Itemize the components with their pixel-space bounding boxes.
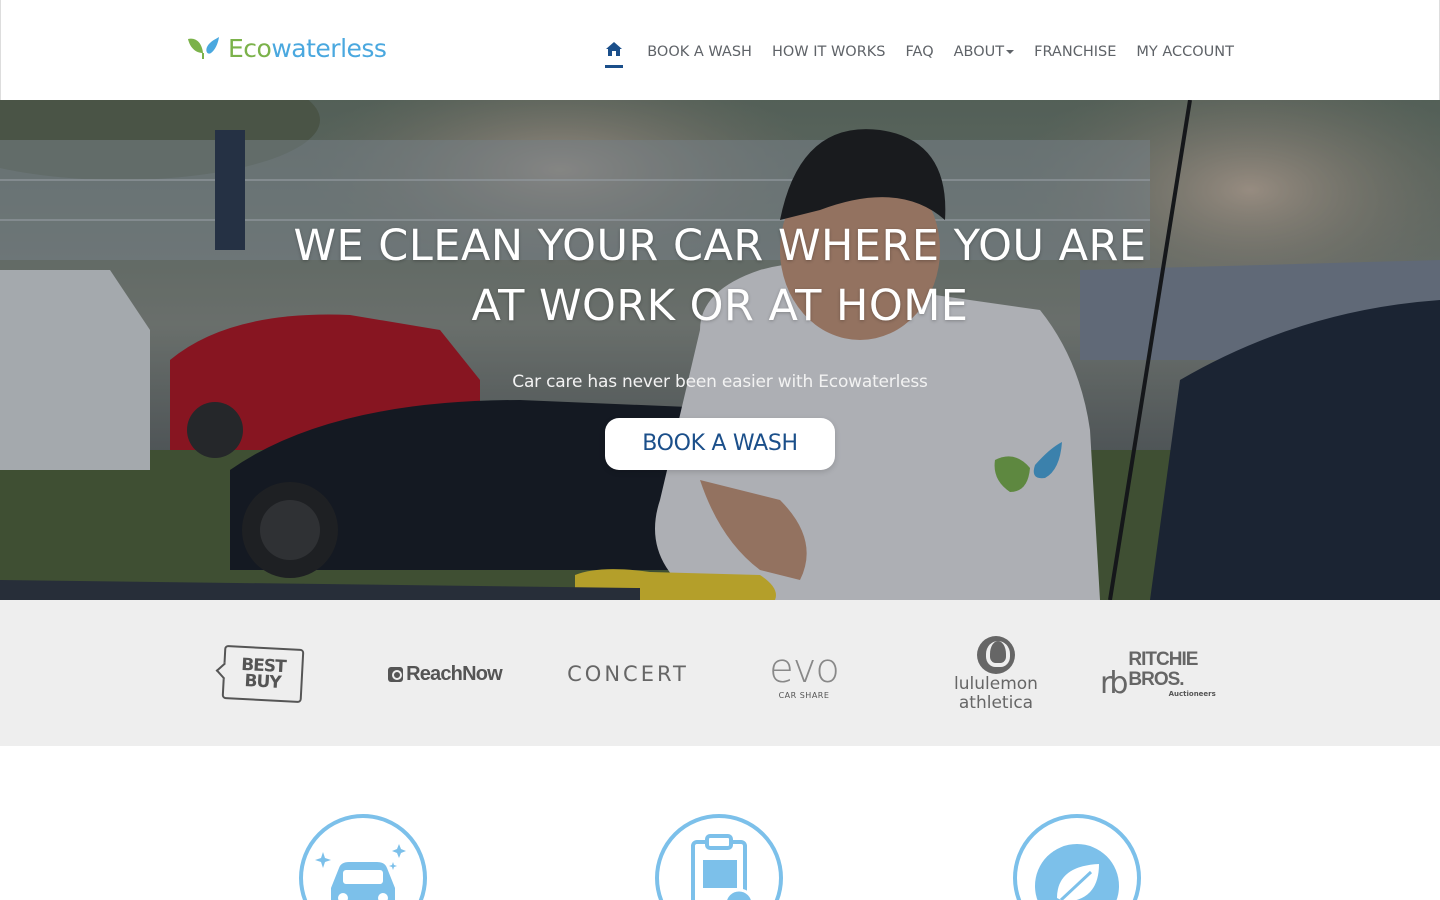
lululemon-icon: [976, 635, 1015, 674]
nav-about-dropdown[interactable]: ABOUT: [954, 39, 1015, 65]
ritchie-sub: Auctioneers: [1168, 690, 1216, 698]
partners-strip: BEST BUY ReachNow CONCERT evo CAR SHARE …: [0, 600, 1440, 746]
ritchie-name: RITCHIE BROS.: [1128, 649, 1198, 690]
main-nav: BOOK A WASH HOW IT WORKS FAQ ABOUT FRANC…: [605, 38, 1234, 68]
partner-logo-ritchie-bros: rb RITCHIE BROS. Auctioneers: [1100, 638, 1256, 710]
feature-circle-car: [299, 814, 427, 900]
car-sparkle-icon: [315, 844, 406, 900]
ritchie-mark: rb: [1100, 666, 1128, 701]
nav-how-it-works[interactable]: HOW IT WORKS: [772, 39, 886, 65]
evo-text: evo: [769, 645, 840, 692]
partner-logo-evo: evo CAR SHARE: [748, 638, 860, 710]
hero-title-line1: WE CLEAN YOUR CAR WHERE YOU ARE: [293, 221, 1147, 271]
feature-circle-clipboard: [655, 814, 783, 900]
hero-subtitle: Car care has never been easier with Ecow…: [512, 372, 928, 392]
hero-overlay: [0, 100, 1440, 600]
feature-circle-leaf: [1013, 814, 1141, 900]
partner-logo-lululemon: lululemon athletica: [940, 635, 1052, 713]
nav-home-active-indicator: [605, 65, 624, 68]
ritchie-wordmark: rb RITCHIE BROS. Auctioneers: [1100, 649, 1256, 701]
clipboard-icon: [691, 834, 754, 900]
reachnow-icon: [388, 666, 404, 682]
lululemon-line1: lululemon: [954, 673, 1038, 694]
nav-home[interactable]: [605, 38, 624, 68]
logo-text-eco: Eco: [228, 34, 272, 63]
nav-faq[interactable]: FAQ: [906, 39, 934, 65]
bestbuy-tag: BEST BUY: [221, 644, 305, 704]
partner-logo-concert: CONCERT: [552, 638, 704, 710]
leaf-icon: [1035, 844, 1119, 900]
partner-logo-reachnow: ReachNow: [380, 638, 510, 710]
reachnow-wordmark: ReachNow: [388, 662, 503, 686]
evo-wordmark: evo CAR SHARE: [769, 645, 840, 700]
nav-about-label: ABOUT: [953, 44, 1005, 60]
hero-section: WE CLEAN YOUR CAR WHERE YOU ARE AT WORK …: [0, 100, 1440, 600]
logo[interactable]: Ecowaterless: [186, 34, 387, 64]
partner-logo-bestbuy: BEST BUY: [220, 638, 306, 710]
ritchie-text-group: RITCHIE BROS. Auctioneers: [1128, 649, 1256, 699]
site-header: Ecowaterless BOOK A WASH HOW IT WORKS FA…: [0, 0, 1440, 100]
lululemon-wordmark: lululemon athletica: [954, 635, 1038, 713]
nav-book-a-wash[interactable]: BOOK A WASH: [647, 39, 752, 65]
lululemon-line2: athletica: [958, 692, 1034, 713]
features-section: [0, 746, 1440, 900]
nav-my-account[interactable]: MY ACCOUNT: [1136, 39, 1234, 65]
leaf-drop-logo-icon: [188, 37, 219, 59]
logo-text: Ecowaterless: [228, 34, 387, 64]
concert-text: CONCERT: [567, 662, 689, 686]
logo-text-waterless: waterless: [271, 34, 387, 63]
caret-down-icon: [1006, 50, 1015, 54]
nav-franchise[interactable]: FRANCHISE: [1034, 39, 1116, 65]
hero-title: WE CLEAN YOUR CAR WHERE YOU ARE AT WORK …: [0, 216, 1440, 336]
bestbuy-line2: BUY: [244, 671, 282, 693]
hero-title-line2: AT WORK OR AT HOME: [471, 281, 969, 331]
evo-subtext: CAR SHARE: [778, 690, 830, 700]
home-icon: [606, 42, 623, 56]
book-a-wash-button[interactable]: BOOK A WASH: [605, 418, 835, 470]
reachnow-text: ReachNow: [406, 662, 503, 685]
